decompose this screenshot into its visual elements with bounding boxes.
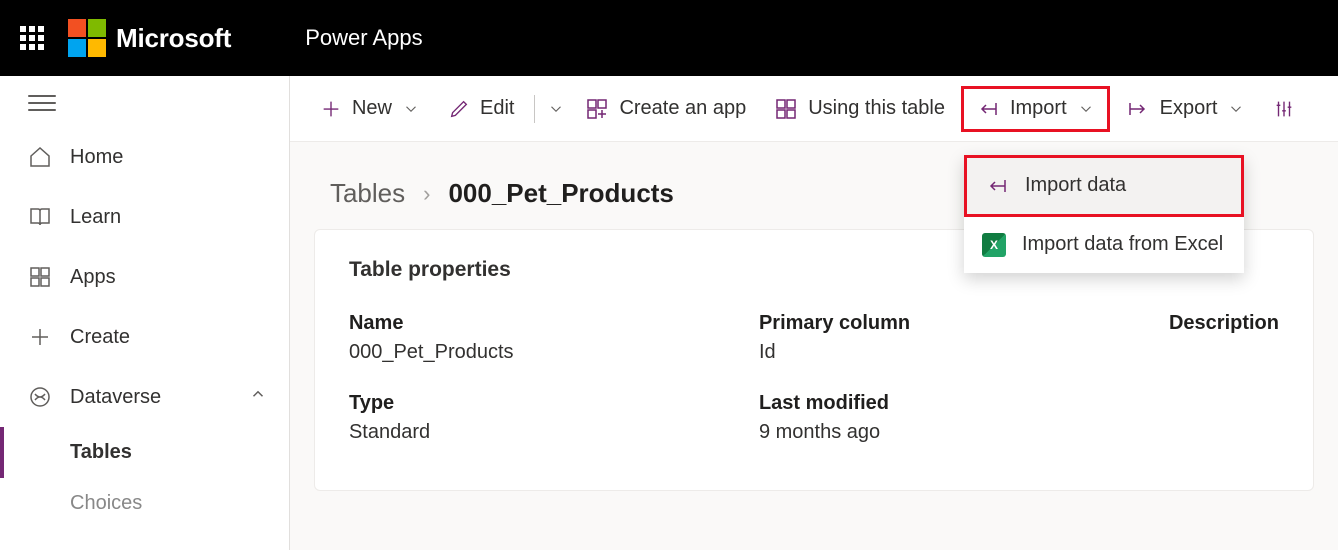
left-nav: Home Learn Apps Create Dataverse [0,76,290,550]
main-content: New Edit Create an app Using this table [290,76,1338,550]
cmd-label: New [352,97,392,120]
prop-type-value: Standard [349,421,759,444]
nav-choices[interactable]: Choices [0,478,289,529]
nav-apps[interactable]: Apps [0,247,289,307]
dataverse-icon [28,385,52,409]
import-data-item[interactable]: Import data [964,155,1244,217]
chevron-right-icon: › [423,181,430,207]
book-icon [28,205,52,229]
app-header: Microsoft Power Apps [0,0,1338,76]
grid-icon [28,265,52,289]
prop-name-value: 000_Pet_Products [349,341,759,364]
cmd-label: Create an app [619,97,746,120]
nav-tables[interactable]: Tables [0,427,289,478]
cmd-label: Edit [480,97,514,120]
prop-last-modified-value: 9 months ago [759,421,1169,444]
prop-primary-column-value: Id [759,341,1169,364]
edit-button[interactable]: Edit [436,89,526,128]
import-menu: Import data X Import data from Excel [964,155,1244,273]
prop-primary-column-label: Primary column [759,312,1169,335]
nav-label: Learn [70,206,121,229]
cmd-label: Import [1010,97,1067,120]
nav-label: Create [70,326,130,349]
microsoft-wordmark: Microsoft [116,23,231,54]
app-name[interactable]: Power Apps [305,25,422,51]
breadcrumb-root[interactable]: Tables [330,178,405,209]
new-button[interactable]: New [308,89,432,128]
nav-sub-label: Tables [70,441,132,463]
nav-label: Home [70,146,123,169]
prop-description-label: Description [1169,312,1279,335]
home-icon [28,145,52,169]
create-app-button[interactable]: Create an app [573,89,758,129]
prop-last-modified-label: Last modified [759,392,1169,415]
microsoft-logo-icon [68,19,106,57]
menu-item-label: Import data from Excel [1022,233,1223,256]
command-bar: New Edit Create an app Using this table [290,76,1338,142]
settings-button[interactable] [1261,90,1295,128]
menu-item-label: Import data [1025,174,1126,197]
chevron-down-icon [547,100,565,118]
breadcrumb-current: 000_Pet_Products [448,178,673,209]
prop-type-label: Type [349,392,759,415]
separator [534,95,535,123]
using-this-table-button[interactable]: Using this table [762,89,957,129]
import-button[interactable]: Import Import data X Import data from Ex… [961,86,1110,132]
export-button[interactable]: Export [1114,89,1258,129]
chevron-up-icon [249,385,267,409]
nav-label: Dataverse [70,386,161,409]
nav-dataverse[interactable]: Dataverse [0,367,289,427]
cmd-label: Using this table [808,97,945,120]
nav-create[interactable]: Create [0,307,289,367]
plus-icon [28,325,52,349]
nav-label: Apps [70,266,116,289]
nav-sub-label: Choices [70,492,142,514]
edit-split-button[interactable] [543,92,569,126]
nav-learn[interactable]: Learn [0,187,289,247]
menu-toggle-icon[interactable] [28,95,56,111]
chevron-down-icon [1077,100,1095,118]
microsoft-logo[interactable]: Microsoft [68,19,231,57]
cmd-label: Export [1160,97,1218,120]
import-excel-item[interactable]: X Import data from Excel [964,217,1244,273]
nav-home[interactable]: Home [0,127,289,187]
chevron-down-icon [402,100,420,118]
app-launcher-icon[interactable] [20,26,44,50]
excel-icon: X [982,233,1006,257]
chevron-down-icon [1227,100,1245,118]
prop-name-label: Name [349,312,759,335]
